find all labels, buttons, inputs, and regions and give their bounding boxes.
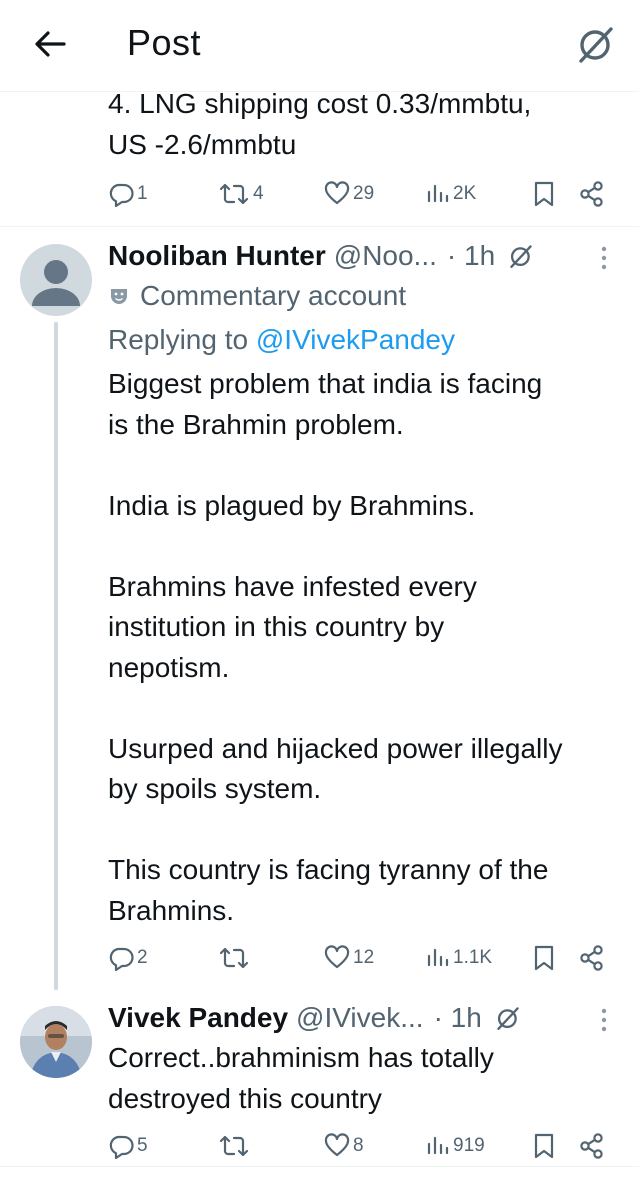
views-button[interactable]: 1.1K — [426, 938, 492, 978]
thread-line — [54, 322, 58, 990]
like-button[interactable]: 29 — [324, 174, 374, 214]
views-icon — [427, 948, 449, 967]
repost-button[interactable] — [218, 938, 250, 978]
bookmark-icon — [534, 1133, 554, 1159]
bookmark-button[interactable] — [532, 174, 556, 214]
repost-icon — [219, 183, 249, 205]
like-count: 29 — [353, 183, 375, 204]
repost-count: 4 — [253, 183, 264, 204]
post-time[interactable]: · 1h — [434, 1002, 482, 1034]
views-button[interactable]: 919 — [426, 1126, 485, 1166]
share-button[interactable] — [578, 1126, 606, 1166]
main-post-actions: 1 4 29 2K — [108, 174, 618, 214]
author-name[interactable]: Nooliban Hunter — [108, 240, 326, 272]
more-vertical-icon — [601, 246, 607, 270]
share-icon — [580, 181, 603, 207]
share-button[interactable] — [578, 174, 606, 214]
theater-masks-icon — [108, 285, 130, 307]
views-icon — [427, 1136, 449, 1155]
more-options-button[interactable] — [590, 238, 618, 278]
views-count: 1.1K — [453, 947, 493, 968]
reply-actions: 5 8 919 — [108, 1126, 618, 1166]
grok-button[interactable] — [507, 242, 535, 270]
reply-icon — [109, 183, 134, 207]
repost-icon — [219, 1135, 249, 1157]
reply-text: Correct..brahminism has totally destroye… — [108, 1042, 494, 1114]
share-icon — [580, 1133, 603, 1159]
user-photo-avatar — [20, 1006, 92, 1078]
post-time[interactable]: · 1h — [447, 240, 495, 272]
reply-actions: 2 12 1.1K — [108, 938, 618, 978]
heart-icon — [324, 945, 350, 969]
page-title: Post — [127, 22, 202, 63]
more-options-button[interactable] — [590, 1000, 618, 1040]
main-post-text: 4. LNG shipping cost 0.33/mmbtu, US -2.6… — [108, 88, 532, 160]
avatar[interactable] — [20, 244, 92, 316]
more-vertical-icon — [601, 1008, 607, 1032]
grok-icon — [579, 27, 613, 63]
author-name[interactable]: Vivek Pandey — [108, 1002, 288, 1034]
post-divider — [0, 226, 639, 227]
back-button[interactable] — [28, 22, 72, 66]
grok-icon — [497, 1007, 519, 1030]
bookmark-button[interactable] — [532, 938, 556, 978]
views-count: 919 — [453, 1135, 485, 1156]
default-avatar-icon — [32, 260, 80, 306]
share-button[interactable] — [578, 938, 606, 978]
views-button[interactable]: 2K — [426, 174, 476, 214]
author-handle[interactable]: @IVivek... — [296, 1002, 424, 1034]
grok-button[interactable] — [494, 1004, 522, 1032]
like-button[interactable]: 8 — [324, 1126, 364, 1166]
avatar[interactable] — [20, 1006, 92, 1078]
grok-icon — [510, 245, 532, 268]
author-handle[interactable]: @Noo... — [334, 240, 437, 272]
account-label-text: Commentary account — [140, 280, 407, 311]
reply-text: Biggest problem that india is facing is … — [108, 368, 563, 926]
heart-icon — [324, 181, 350, 205]
replying-to: Replying to @IVivekPandey — [108, 320, 455, 360]
reply-button[interactable]: 2 — [108, 938, 148, 978]
reply-button[interactable]: 1 — [108, 174, 148, 214]
reply-count: 5 — [137, 1135, 148, 1156]
like-button[interactable]: 12 — [324, 938, 374, 978]
like-count: 8 — [353, 1135, 364, 1156]
heart-icon — [324, 1133, 350, 1157]
share-icon — [580, 945, 603, 971]
bookmark-icon — [534, 181, 554, 207]
reply-icon — [109, 947, 134, 971]
bookmark-button[interactable] — [532, 1126, 556, 1166]
mention-link[interactable]: @IVivekPandey — [256, 324, 455, 355]
reply-icon — [109, 1135, 134, 1159]
reply-count: 2 — [137, 947, 148, 968]
views-count: 2K — [453, 183, 477, 204]
reply-count: 1 — [137, 183, 148, 204]
arrow-left-icon — [35, 31, 66, 57]
repost-button[interactable]: 4 — [218, 174, 264, 214]
repost-button[interactable] — [218, 1126, 250, 1166]
reply-author-row: Vivek Pandey @IVivek... · 1h — [108, 998, 522, 1038]
reply-author-row: Nooliban Hunter @Noo... · 1h — [108, 236, 535, 276]
replying-to-prefix: Replying to — [108, 324, 249, 355]
like-count: 12 — [353, 947, 375, 968]
post-divider — [0, 1166, 639, 1167]
reply-button[interactable]: 5 — [108, 1126, 148, 1166]
top-bar: Post — [0, 0, 639, 92]
repost-icon — [219, 947, 249, 969]
bookmark-icon — [534, 945, 554, 971]
views-icon — [427, 184, 449, 203]
account-label[interactable]: Commentary account — [108, 276, 406, 316]
grok-button[interactable] — [574, 22, 618, 66]
